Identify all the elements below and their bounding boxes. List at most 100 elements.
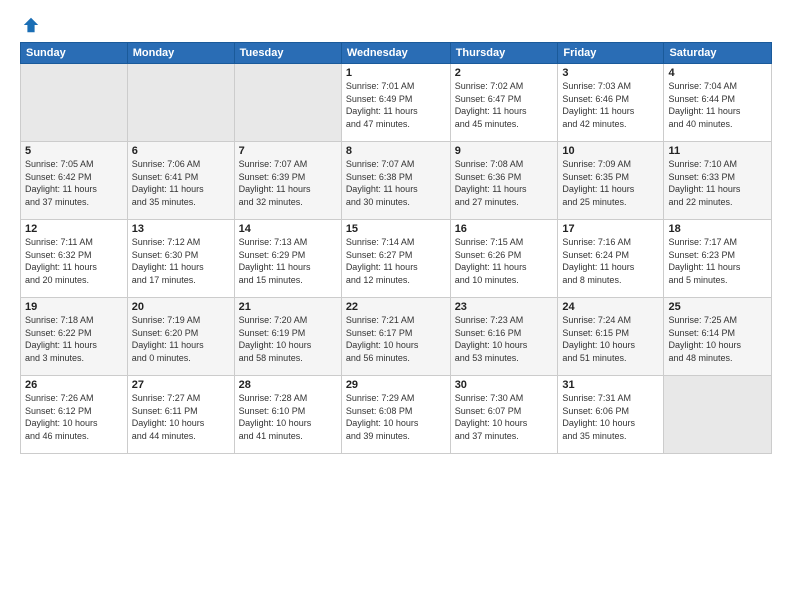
day-number: 3 (562, 67, 659, 79)
day-number: 13 (132, 223, 230, 235)
day-number: 25 (668, 301, 767, 313)
calendar-cell: 22Sunrise: 7:21 AM Sunset: 6:17 PM Dayli… (341, 298, 450, 376)
day-info: Sunrise: 7:15 AM Sunset: 6:26 PM Dayligh… (455, 236, 554, 286)
calendar-cell: 21Sunrise: 7:20 AM Sunset: 6:19 PM Dayli… (234, 298, 341, 376)
day-info: Sunrise: 7:24 AM Sunset: 6:15 PM Dayligh… (562, 314, 659, 364)
calendar-cell: 14Sunrise: 7:13 AM Sunset: 6:29 PM Dayli… (234, 220, 341, 298)
day-number: 18 (668, 223, 767, 235)
page: SundayMondayTuesdayWednesdayThursdayFrid… (0, 0, 792, 612)
header (20, 16, 772, 34)
calendar-cell: 24Sunrise: 7:24 AM Sunset: 6:15 PM Dayli… (558, 298, 664, 376)
day-number: 2 (455, 67, 554, 79)
day-number: 21 (239, 301, 337, 313)
day-number: 10 (562, 145, 659, 157)
weekday-header-friday: Friday (558, 43, 664, 64)
day-info: Sunrise: 7:07 AM Sunset: 6:39 PM Dayligh… (239, 158, 337, 208)
logo-icon (22, 16, 40, 34)
week-row-4: 19Sunrise: 7:18 AM Sunset: 6:22 PM Dayli… (21, 298, 772, 376)
calendar-cell: 20Sunrise: 7:19 AM Sunset: 6:20 PM Dayli… (127, 298, 234, 376)
calendar-cell: 11Sunrise: 7:10 AM Sunset: 6:33 PM Dayli… (664, 142, 772, 220)
day-number: 27 (132, 379, 230, 391)
calendar-cell: 10Sunrise: 7:09 AM Sunset: 6:35 PM Dayli… (558, 142, 664, 220)
day-number: 30 (455, 379, 554, 391)
calendar-cell: 28Sunrise: 7:28 AM Sunset: 6:10 PM Dayli… (234, 376, 341, 454)
calendar-cell: 4Sunrise: 7:04 AM Sunset: 6:44 PM Daylig… (664, 64, 772, 142)
calendar-cell: 23Sunrise: 7:23 AM Sunset: 6:16 PM Dayli… (450, 298, 558, 376)
day-number: 20 (132, 301, 230, 313)
calendar-cell: 13Sunrise: 7:12 AM Sunset: 6:30 PM Dayli… (127, 220, 234, 298)
weekday-header-thursday: Thursday (450, 43, 558, 64)
day-number: 26 (25, 379, 123, 391)
day-info: Sunrise: 7:16 AM Sunset: 6:24 PM Dayligh… (562, 236, 659, 286)
calendar-cell (21, 64, 128, 142)
weekday-header-tuesday: Tuesday (234, 43, 341, 64)
day-number: 8 (346, 145, 446, 157)
calendar-cell: 19Sunrise: 7:18 AM Sunset: 6:22 PM Dayli… (21, 298, 128, 376)
calendar-cell: 5Sunrise: 7:05 AM Sunset: 6:42 PM Daylig… (21, 142, 128, 220)
week-row-2: 5Sunrise: 7:05 AM Sunset: 6:42 PM Daylig… (21, 142, 772, 220)
weekday-header-saturday: Saturday (664, 43, 772, 64)
day-info: Sunrise: 7:09 AM Sunset: 6:35 PM Dayligh… (562, 158, 659, 208)
day-info: Sunrise: 7:04 AM Sunset: 6:44 PM Dayligh… (668, 80, 767, 130)
day-info: Sunrise: 7:13 AM Sunset: 6:29 PM Dayligh… (239, 236, 337, 286)
day-info: Sunrise: 7:18 AM Sunset: 6:22 PM Dayligh… (25, 314, 123, 364)
day-number: 31 (562, 379, 659, 391)
day-info: Sunrise: 7:30 AM Sunset: 6:07 PM Dayligh… (455, 392, 554, 442)
calendar-cell: 30Sunrise: 7:30 AM Sunset: 6:07 PM Dayli… (450, 376, 558, 454)
calendar-cell: 8Sunrise: 7:07 AM Sunset: 6:38 PM Daylig… (341, 142, 450, 220)
day-info: Sunrise: 7:02 AM Sunset: 6:47 PM Dayligh… (455, 80, 554, 130)
day-info: Sunrise: 7:26 AM Sunset: 6:12 PM Dayligh… (25, 392, 123, 442)
day-info: Sunrise: 7:28 AM Sunset: 6:10 PM Dayligh… (239, 392, 337, 442)
weekday-header-monday: Monday (127, 43, 234, 64)
calendar-cell: 15Sunrise: 7:14 AM Sunset: 6:27 PM Dayli… (341, 220, 450, 298)
day-info: Sunrise: 7:25 AM Sunset: 6:14 PM Dayligh… (668, 314, 767, 364)
calendar-cell (664, 376, 772, 454)
calendar-cell: 17Sunrise: 7:16 AM Sunset: 6:24 PM Dayli… (558, 220, 664, 298)
weekday-header-row: SundayMondayTuesdayWednesdayThursdayFrid… (21, 43, 772, 64)
day-number: 23 (455, 301, 554, 313)
day-number: 6 (132, 145, 230, 157)
weekday-header-sunday: Sunday (21, 43, 128, 64)
calendar-cell: 1Sunrise: 7:01 AM Sunset: 6:49 PM Daylig… (341, 64, 450, 142)
day-info: Sunrise: 7:14 AM Sunset: 6:27 PM Dayligh… (346, 236, 446, 286)
day-info: Sunrise: 7:17 AM Sunset: 6:23 PM Dayligh… (668, 236, 767, 286)
day-info: Sunrise: 7:10 AM Sunset: 6:33 PM Dayligh… (668, 158, 767, 208)
calendar-cell: 6Sunrise: 7:06 AM Sunset: 6:41 PM Daylig… (127, 142, 234, 220)
calendar-cell: 7Sunrise: 7:07 AM Sunset: 6:39 PM Daylig… (234, 142, 341, 220)
day-info: Sunrise: 7:08 AM Sunset: 6:36 PM Dayligh… (455, 158, 554, 208)
day-number: 16 (455, 223, 554, 235)
day-info: Sunrise: 7:31 AM Sunset: 6:06 PM Dayligh… (562, 392, 659, 442)
day-info: Sunrise: 7:03 AM Sunset: 6:46 PM Dayligh… (562, 80, 659, 130)
day-number: 1 (346, 67, 446, 79)
day-info: Sunrise: 7:07 AM Sunset: 6:38 PM Dayligh… (346, 158, 446, 208)
day-info: Sunrise: 7:06 AM Sunset: 6:41 PM Dayligh… (132, 158, 230, 208)
day-number: 28 (239, 379, 337, 391)
day-info: Sunrise: 7:12 AM Sunset: 6:30 PM Dayligh… (132, 236, 230, 286)
week-row-3: 12Sunrise: 7:11 AM Sunset: 6:32 PM Dayli… (21, 220, 772, 298)
day-info: Sunrise: 7:01 AM Sunset: 6:49 PM Dayligh… (346, 80, 446, 130)
calendar-cell: 29Sunrise: 7:29 AM Sunset: 6:08 PM Dayli… (341, 376, 450, 454)
calendar-cell (234, 64, 341, 142)
weekday-header-wednesday: Wednesday (341, 43, 450, 64)
day-number: 9 (455, 145, 554, 157)
calendar-cell: 12Sunrise: 7:11 AM Sunset: 6:32 PM Dayli… (21, 220, 128, 298)
day-number: 15 (346, 223, 446, 235)
calendar-cell: 3Sunrise: 7:03 AM Sunset: 6:46 PM Daylig… (558, 64, 664, 142)
calendar-cell: 16Sunrise: 7:15 AM Sunset: 6:26 PM Dayli… (450, 220, 558, 298)
day-number: 11 (668, 145, 767, 157)
day-number: 14 (239, 223, 337, 235)
calendar-cell: 26Sunrise: 7:26 AM Sunset: 6:12 PM Dayli… (21, 376, 128, 454)
day-number: 4 (668, 67, 767, 79)
day-info: Sunrise: 7:11 AM Sunset: 6:32 PM Dayligh… (25, 236, 123, 286)
day-info: Sunrise: 7:29 AM Sunset: 6:08 PM Dayligh… (346, 392, 446, 442)
day-info: Sunrise: 7:19 AM Sunset: 6:20 PM Dayligh… (132, 314, 230, 364)
calendar-cell: 25Sunrise: 7:25 AM Sunset: 6:14 PM Dayli… (664, 298, 772, 376)
day-info: Sunrise: 7:21 AM Sunset: 6:17 PM Dayligh… (346, 314, 446, 364)
day-info: Sunrise: 7:23 AM Sunset: 6:16 PM Dayligh… (455, 314, 554, 364)
week-row-5: 26Sunrise: 7:26 AM Sunset: 6:12 PM Dayli… (21, 376, 772, 454)
day-info: Sunrise: 7:27 AM Sunset: 6:11 PM Dayligh… (132, 392, 230, 442)
calendar-cell (127, 64, 234, 142)
day-number: 24 (562, 301, 659, 313)
day-info: Sunrise: 7:05 AM Sunset: 6:42 PM Dayligh… (25, 158, 123, 208)
day-number: 19 (25, 301, 123, 313)
